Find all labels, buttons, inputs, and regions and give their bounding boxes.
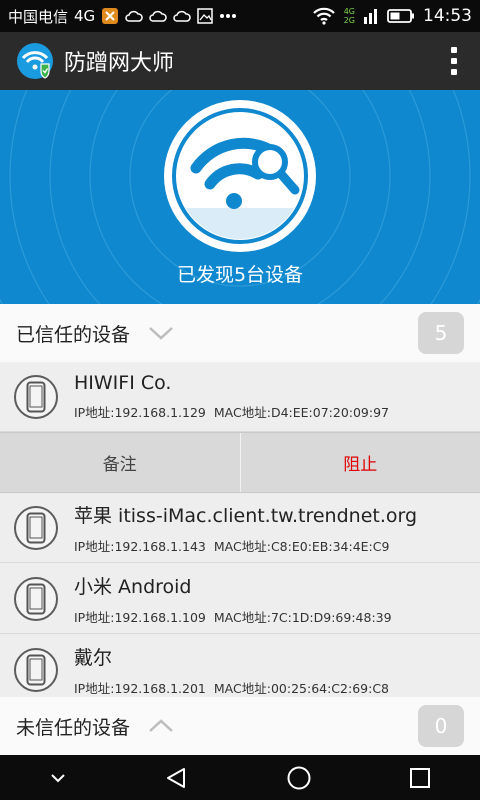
mac-label: MAC地址: bbox=[213, 405, 271, 420]
status-bar: 中国电信 4G 4G 2G 14:53 bbox=[0, 0, 480, 32]
device-name: 苹果 itiss-iMac.client.tw.trendnet.org bbox=[74, 504, 418, 527]
block-button[interactable]: 阻止 bbox=[241, 433, 480, 492]
device-ip: 192.168.1.143 bbox=[114, 538, 206, 554]
trusted-count-badge: 5 bbox=[418, 312, 464, 354]
ip-label: IP地址: bbox=[74, 538, 115, 554]
ip-label: IP地址: bbox=[74, 405, 115, 420]
device-mac: C8:E0:EB:34:4E:C9 bbox=[270, 538, 390, 554]
cloud-icon bbox=[125, 9, 143, 23]
cellular-signal-icon: 4G 2G bbox=[344, 7, 355, 25]
carrier-label: 中国电信 bbox=[8, 7, 69, 26]
trusted-devices-header[interactable]: 已信任的设备 5 bbox=[0, 304, 480, 362]
cloud-icon bbox=[173, 9, 191, 23]
mac-label: MAC地址: bbox=[213, 680, 271, 696]
phone-icon bbox=[14, 576, 58, 621]
app-title: 防蹭网大师 bbox=[64, 51, 175, 76]
wifi-shield-icon bbox=[16, 42, 54, 80]
wifi-search-icon bbox=[164, 100, 316, 252]
note-button[interactable]: 备注 bbox=[0, 433, 241, 492]
device-name: 戴尔 bbox=[74, 646, 113, 669]
signal-2g-label: 2G bbox=[343, 16, 355, 25]
device-row[interactable]: 苹果 itiss-iMac.client.tw.trendnet.org IP地… bbox=[0, 493, 480, 563]
sim-signal-icon bbox=[363, 7, 379, 25]
mac-label: MAC地址: bbox=[213, 609, 271, 625]
battery-icon bbox=[387, 8, 415, 24]
image-icon bbox=[197, 8, 213, 24]
untrusted-devices-header[interactable]: 未信任的设备 0 bbox=[0, 697, 480, 755]
device-name: 小米 Android bbox=[74, 575, 192, 598]
clock: 14:53 bbox=[423, 6, 472, 26]
chevron-up-icon[interactable] bbox=[148, 718, 174, 734]
phone-icon bbox=[14, 505, 58, 550]
device-mac: 00:25:64:C2:69:C8 bbox=[270, 680, 389, 696]
recents-icon[interactable] bbox=[409, 767, 431, 789]
app-bar: 防蹭网大师 bbox=[0, 32, 480, 90]
device-row[interactable]: 戴尔 IP地址:192.168.1.201 MAC地址:00:25:64:C2:6… bbox=[0, 635, 480, 705]
more-notifications-icon bbox=[219, 13, 237, 19]
down-arrow-icon[interactable] bbox=[49, 772, 67, 784]
wifi-signal-icon bbox=[312, 7, 336, 25]
untrusted-devices-label: 未信任的设备 bbox=[16, 716, 131, 739]
overflow-menu-icon[interactable] bbox=[442, 43, 466, 79]
ip-label: IP地址: bbox=[74, 609, 115, 625]
ip-label: IP地址: bbox=[74, 680, 115, 696]
devices-found-text: 已发现5台设备 bbox=[176, 264, 304, 286]
device-mac: 7C:1D:D9:69:48:39 bbox=[270, 609, 392, 625]
device-row[interactable]: HIWIFI Co. IP地址:192.168.1.129 MAC地址:D4:EE… bbox=[0, 362, 480, 432]
phone-icon bbox=[14, 374, 58, 419]
device-ip: 192.168.1.109 bbox=[114, 609, 206, 625]
app-notification-icon bbox=[101, 7, 119, 25]
navigation-bar bbox=[0, 755, 480, 800]
network-type: 4G bbox=[74, 7, 96, 25]
device-name: HIWIFI Co. bbox=[74, 372, 172, 394]
cloud-icon bbox=[149, 9, 167, 23]
device-mac: D4:EE:07:20:09:97 bbox=[270, 405, 390, 420]
mac-label: MAC地址: bbox=[213, 538, 271, 554]
chevron-down-icon[interactable] bbox=[148, 325, 174, 341]
device-ip: 192.168.1.201 bbox=[114, 680, 206, 696]
device-actions: 备注 阻止 bbox=[0, 432, 480, 493]
home-icon[interactable] bbox=[286, 765, 312, 791]
trusted-devices-label: 已信任的设备 bbox=[16, 323, 131, 346]
device-ip: 192.168.1.129 bbox=[114, 405, 206, 420]
phone-icon bbox=[14, 647, 58, 692]
back-icon[interactable] bbox=[164, 766, 188, 790]
untrusted-count-badge: 0 bbox=[418, 705, 464, 747]
scan-summary-panel: 已发现5台设备 bbox=[0, 90, 480, 304]
signal-4g-label: 4G bbox=[343, 7, 355, 16]
device-row[interactable]: 小米 Android IP地址:192.168.1.109 MAC地址:7C:1D… bbox=[0, 564, 480, 634]
